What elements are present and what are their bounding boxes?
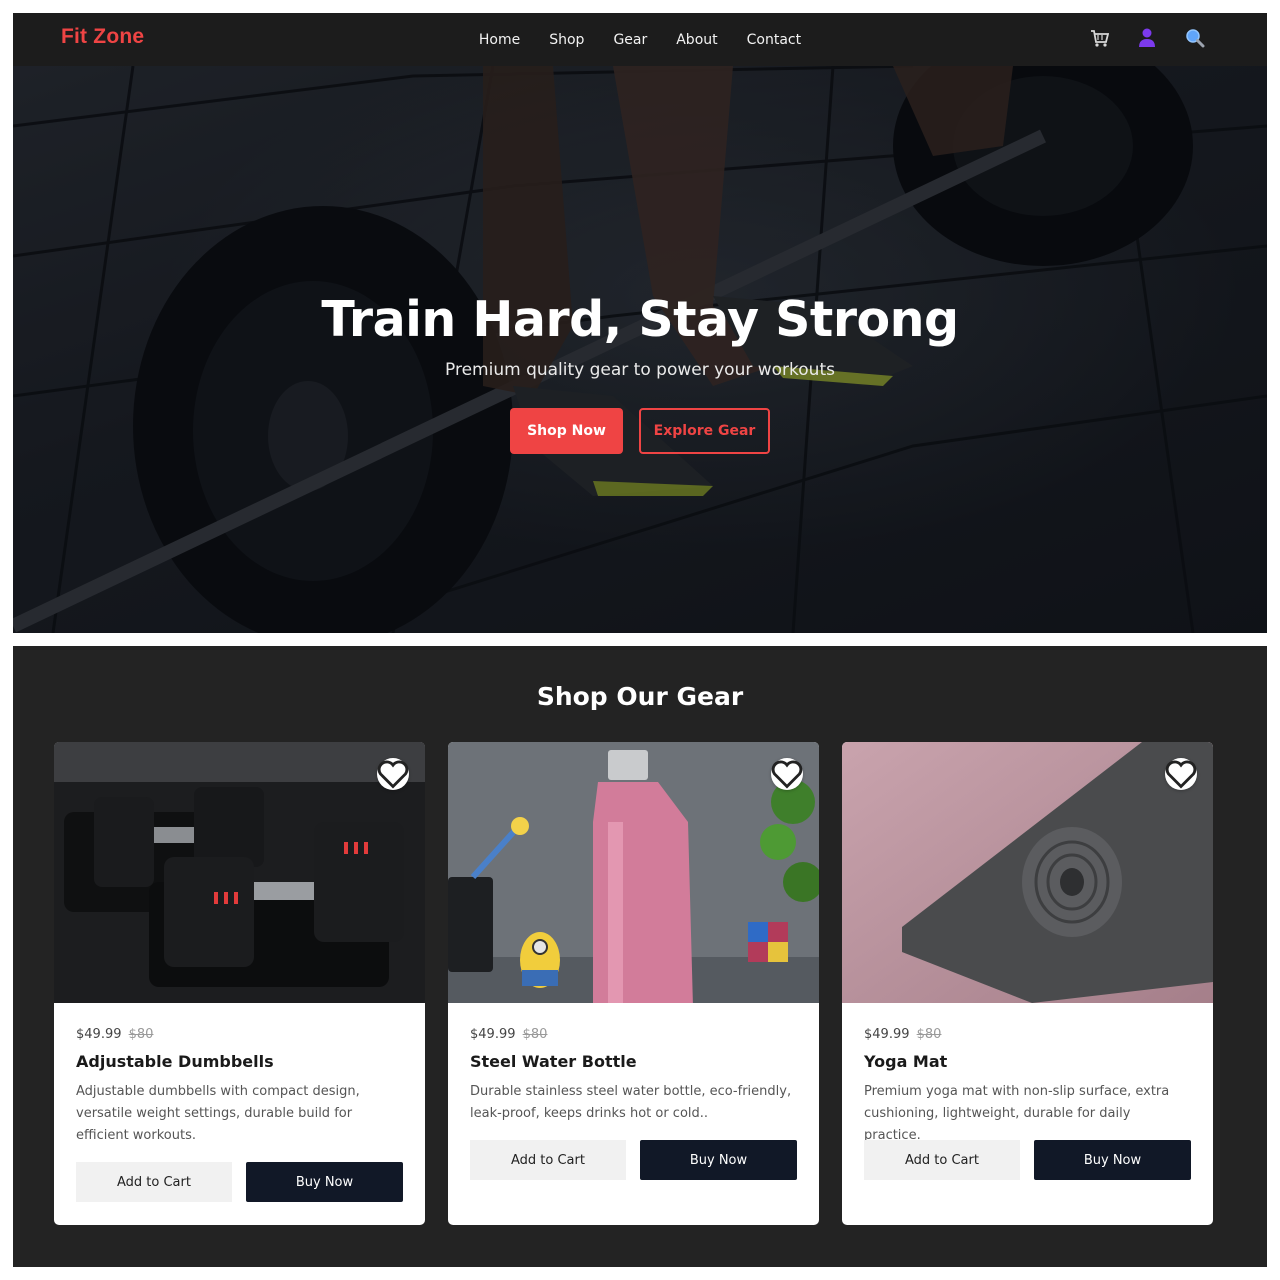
user-icon[interactable] [1137, 27, 1157, 49]
nav-link-about[interactable]: About [676, 32, 717, 48]
nav-link-gear[interactable]: Gear [613, 32, 647, 48]
search-icon[interactable] [1185, 27, 1205, 49]
product-info: $49.99 $80 Yoga Mat Premium yoga mat wit… [864, 1027, 1191, 1147]
buy-now-button[interactable]: Buy Now [1034, 1140, 1191, 1180]
wishlist-heart-icon[interactable] [771, 758, 803, 790]
hero-frame: Fit Zone Home Shop Gear About Contact Tr… [13, 13, 1267, 633]
price-row: $49.99 $80 [76, 1027, 403, 1042]
product-card-dumbbells: $49.99 $80 Adjustable Dumbbells Adjustab… [54, 742, 425, 1225]
nav-menu: Home Shop Gear About Contact [13, 13, 1267, 66]
product-image-water-bottle[interactable] [448, 742, 819, 1003]
product-price: $49.99 [864, 1027, 910, 1042]
add-to-cart-button[interactable]: Add to Cart [76, 1162, 232, 1202]
price-row: $49.99 $80 [470, 1027, 797, 1042]
add-to-cart-button[interactable]: Add to Cart [864, 1140, 1020, 1180]
product-old-price: $80 [522, 1027, 548, 1042]
product-image-yoga-mat[interactable] [842, 742, 1213, 1003]
hero-content: Train Hard, Stay Strong Premium quality … [13, 291, 1267, 454]
product-old-price: $80 [128, 1027, 154, 1042]
product-description: Adjustable dumbbells with compact design… [76, 1084, 360, 1143]
nav-link-contact[interactable]: Contact [747, 32, 801, 48]
card-actions: Add to Cart Buy Now [470, 1140, 797, 1180]
product-info: $49.99 $80 Steel Water Bottle Durable st… [470, 1027, 797, 1125]
hero-title: Train Hard, Stay Strong [321, 291, 959, 348]
products-section: Shop Our Gear $49.99 $80 Adjustable Dumb… [13, 646, 1267, 1267]
cart-icon[interactable] [1089, 27, 1110, 49]
card-actions: Add to Cart Buy Now [864, 1140, 1191, 1180]
buy-now-button[interactable]: Buy Now [640, 1140, 797, 1180]
product-card-water-bottle: $49.99 $80 Steel Water Bottle Durable st… [448, 742, 819, 1225]
product-card-yoga-mat: $49.99 $80 Yoga Mat Premium yoga mat wit… [842, 742, 1213, 1225]
wishlist-heart-icon[interactable] [1165, 758, 1197, 790]
product-name[interactable]: Yoga Mat [864, 1052, 1191, 1071]
product-name[interactable]: Adjustable Dumbbells [76, 1052, 403, 1071]
product-name[interactable]: Steel Water Bottle [470, 1052, 797, 1071]
product-price: $49.99 [76, 1027, 122, 1042]
nav-link-home[interactable]: Home [479, 32, 520, 48]
nav-link-shop[interactable]: Shop [549, 32, 584, 48]
wishlist-heart-icon[interactable] [377, 758, 409, 790]
section-title: Shop Our Gear [536, 682, 744, 711]
hero-buttons: Shop Now Explore Gear [13, 408, 1267, 454]
add-to-cart-button[interactable]: Add to Cart [470, 1140, 626, 1180]
card-actions: Add to Cart Buy Now [76, 1162, 403, 1202]
product-description: Premium yoga mat with non-slip surface, … [864, 1084, 1170, 1143]
product-image-dumbbells[interactable] [54, 742, 425, 1003]
hero-banner: Train Hard, Stay Strong Premium quality … [13, 66, 1267, 633]
explore-gear-button[interactable]: Explore Gear [639, 408, 770, 454]
shop-now-button[interactable]: Shop Now [510, 408, 623, 454]
navbar: Fit Zone Home Shop Gear About Contact [13, 13, 1267, 66]
product-info: $49.99 $80 Adjustable Dumbbells Adjustab… [76, 1027, 403, 1147]
hero-subtitle: Premium quality gear to power your worko… [445, 360, 835, 380]
nav-icons [1089, 27, 1205, 49]
product-price: $49.99 [470, 1027, 516, 1042]
product-description: Durable stainless steel water bottle, ec… [470, 1084, 792, 1121]
product-old-price: $80 [916, 1027, 942, 1042]
brand-logo[interactable]: Fit Zone [61, 25, 144, 49]
buy-now-button[interactable]: Buy Now [246, 1162, 403, 1202]
price-row: $49.99 $80 [864, 1027, 1191, 1042]
